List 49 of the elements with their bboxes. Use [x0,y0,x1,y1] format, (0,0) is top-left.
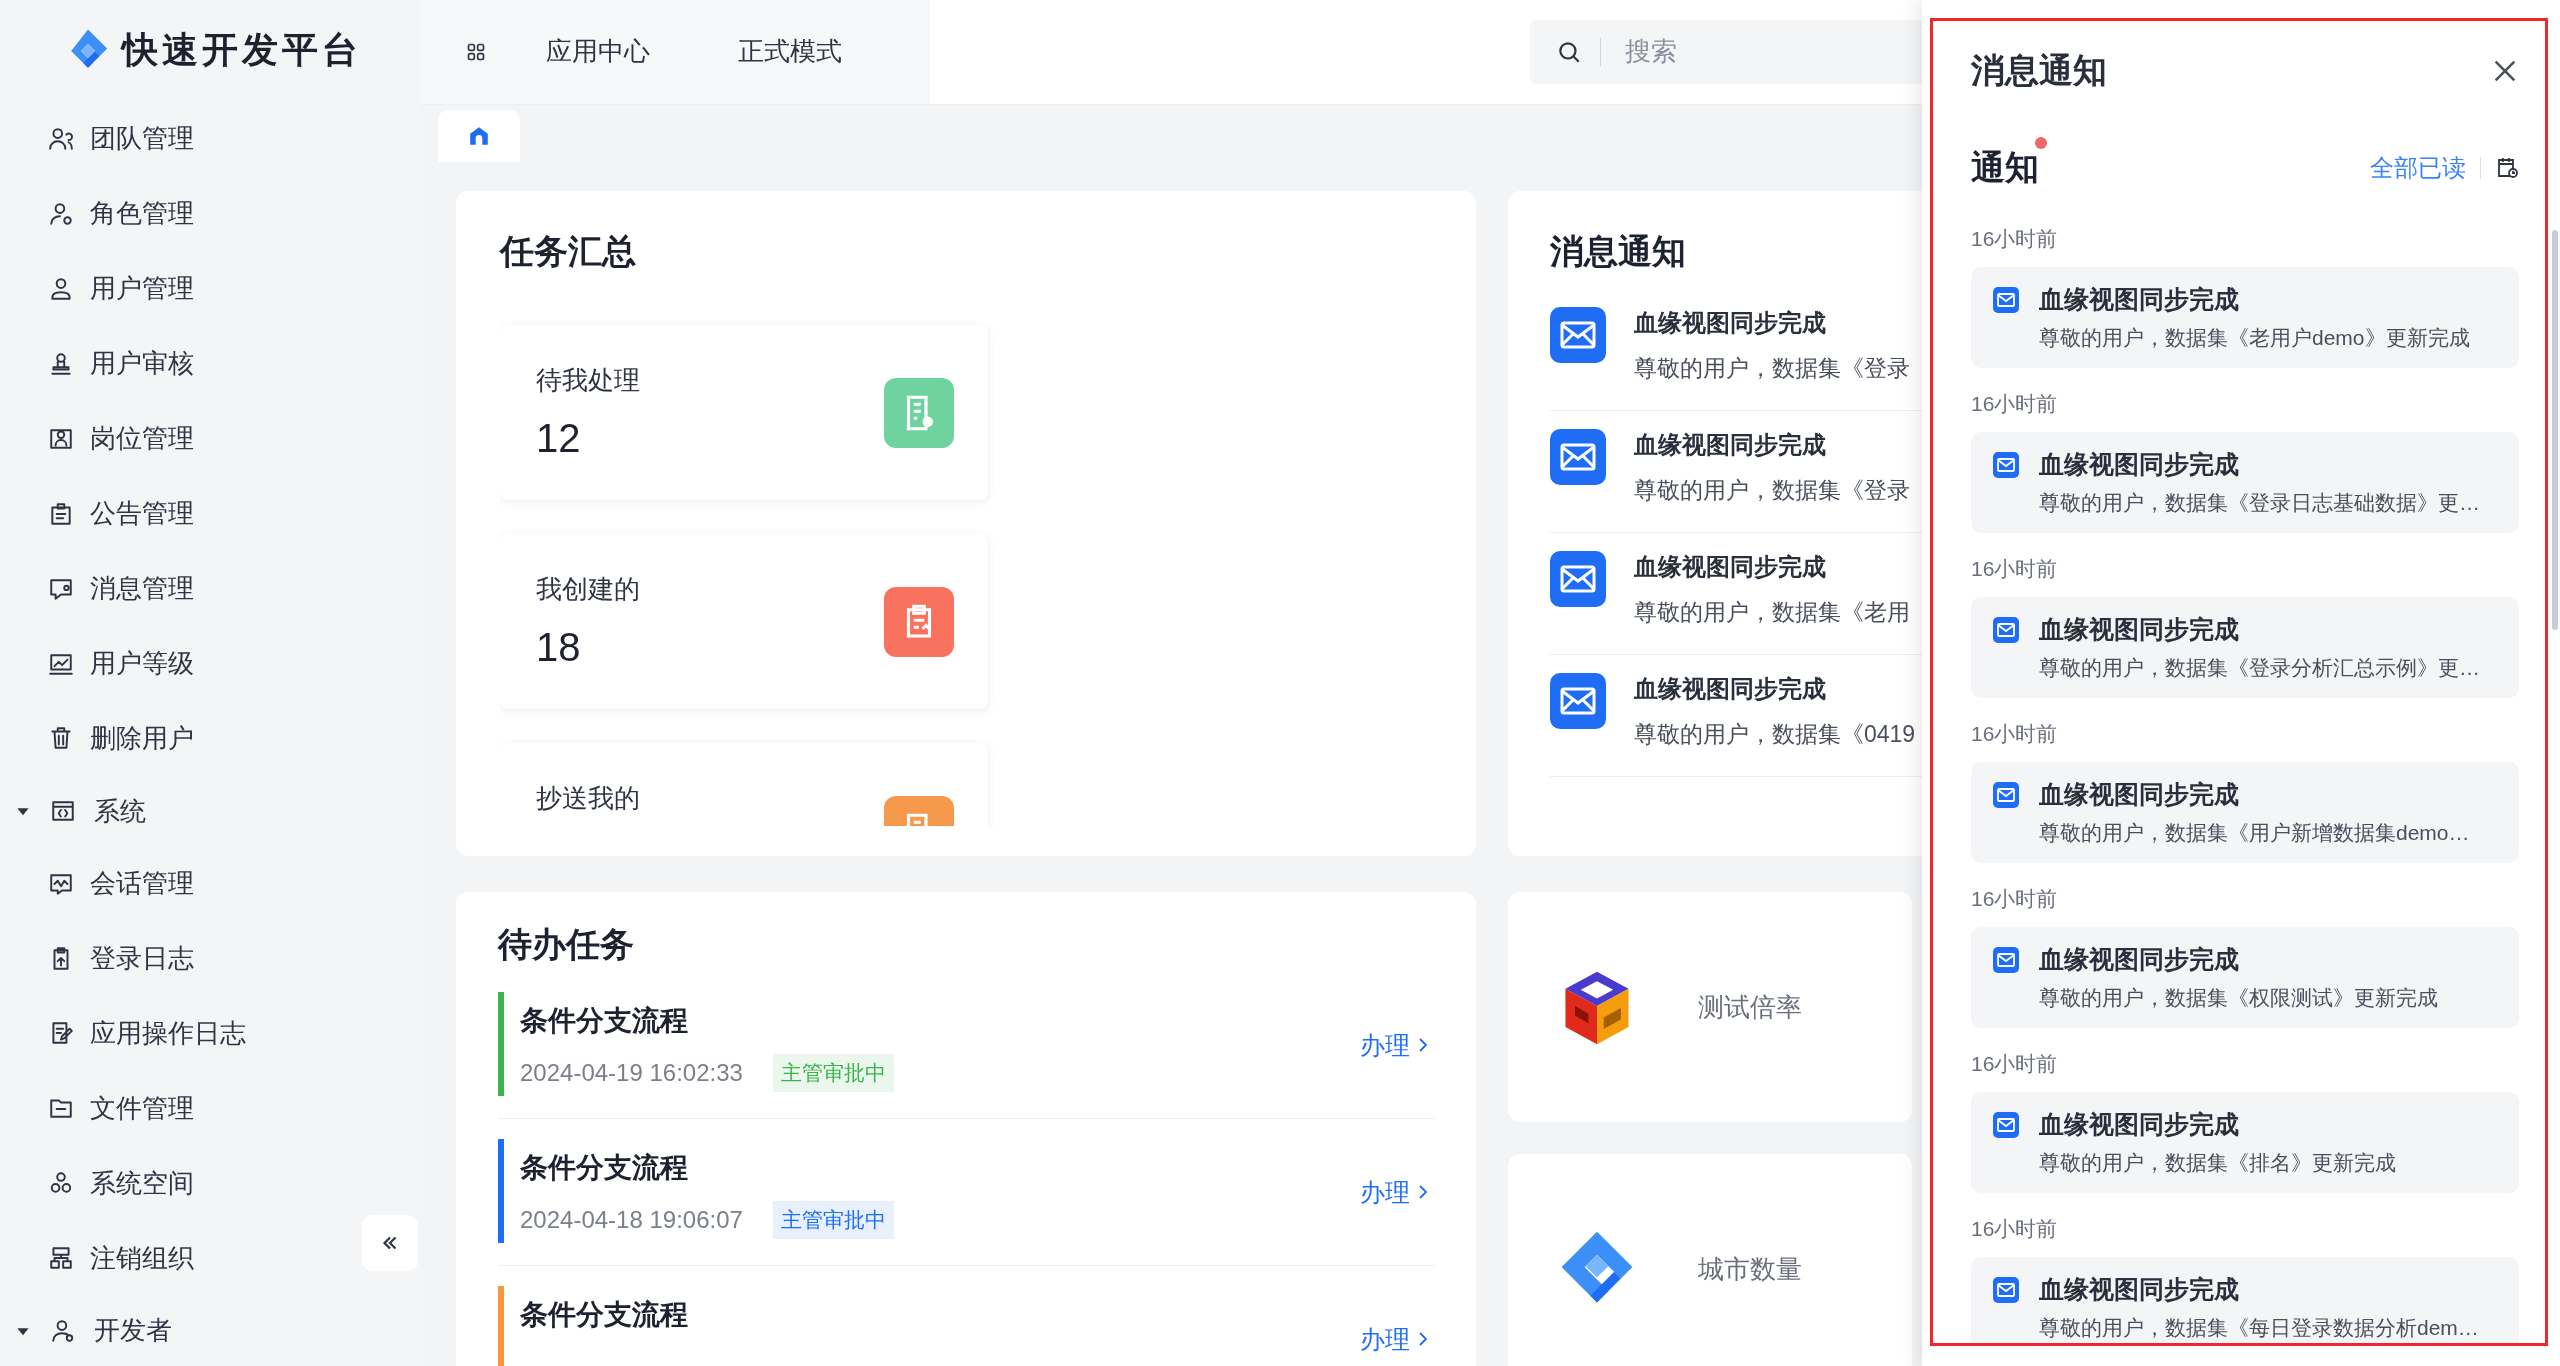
notification-title: 血缘视图同步完成 [2039,779,2239,810]
notification-text: 尊敬的用户，数据集《权限测试》更新完成 [2038,985,2439,1011]
message-text: 尊敬的用户，数据集《老用 [1634,598,1910,628]
notification-title: 血缘视图同步完成 [2039,284,2239,315]
notification-text: 尊敬的用户，数据集《每日登录数据分析dem… [2038,1315,2480,1341]
app-name: 快速开发平台 [122,28,362,73]
panel-title: 消息通知 [1971,50,2107,91]
summary-label: 我创建的 [536,573,640,607]
card-title: 任务汇总 [500,231,636,273]
card-title: 待办任务 [498,924,634,966]
message-title: 血缘视图同步完成 [1634,308,1827,339]
notification-title: 血缘视图同步完成 [2039,449,2239,480]
app-label: 测试倍率 [1698,990,1802,1024]
time-label: 16小时前 [1971,556,2059,582]
notification-text: 尊敬的用户，数据集《登录分析汇总示例》更… [2038,655,2481,681]
notification-title: 血缘视图同步完成 [2039,1109,2239,1140]
status-tag: 主管审批中 [772,1201,894,1240]
status-tag: 主管审批中 [772,1054,894,1093]
notification-text: 尊敬的用户，数据集《排名》更新完成 [2038,1150,2397,1176]
message-title: 血缘视图同步完成 [1634,430,1827,461]
task-title: 条件分支流程 [520,1151,689,1186]
summary-count: 18 [536,625,582,671]
notification-title: 血缘视图同步完成 [2039,614,2239,645]
task-title: 条件分支流程 [520,1004,689,1039]
message-text: 尊敬的用户，数据集《登录 [1634,476,1910,506]
time-label: 16小时前 [1971,391,2059,417]
task-title: 条件分支流程 [520,1298,689,1333]
time-label: 16小时前 [1971,886,2059,912]
summary-count: 12 [536,416,582,462]
message-text: 尊敬的用户，数据集《0419 [1634,720,1916,750]
message-title: 血缘视图同步完成 [1634,552,1827,583]
task-date: 2024-04-18 19:06:07 [520,1206,743,1235]
task-date: 2024-04-19 16:02:33 [520,1059,743,1088]
section-title: 通知 [1971,147,2039,188]
time-label: 16小时前 [1971,1216,2059,1242]
notification-title: 血缘视图同步完成 [2039,1274,2239,1305]
time-label: 16小时前 [1971,226,2059,252]
summary-label: 抄送我的 [536,782,640,816]
message-text: 尊敬的用户，数据集《登录 [1634,354,1910,384]
app-label: 城市数量 [1698,1252,1802,1286]
time-label: 16小时前 [1971,1051,2059,1077]
message-title: 血缘视图同步完成 [1634,674,1827,705]
notification-text: 尊敬的用户，数据集《老用户demo》更新完成 [2038,325,2471,351]
card-title: 消息通知 [1550,231,1686,273]
notification-text: 尊敬的用户，数据集《登录日志基础数据》更… [2038,490,2481,516]
notification-title: 血缘视图同步完成 [2039,944,2239,975]
summary-label: 待我处理 [536,364,640,398]
time-label: 16小时前 [1971,721,2059,747]
notification-text: 尊敬的用户，数据集《用户新增数据集demo… [2038,820,2471,846]
